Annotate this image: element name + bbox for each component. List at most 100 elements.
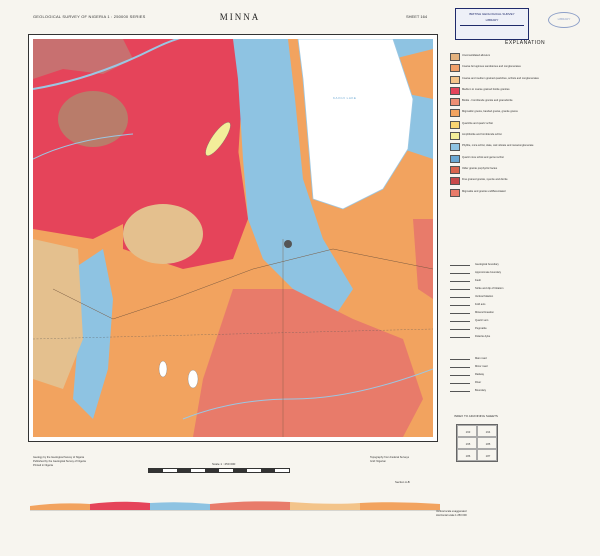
legend-row: Medium to coarse grained biotite granite… [450, 86, 560, 97]
symbols-row: Approximate boundary [450, 270, 560, 278]
unit-brown-oval [58, 91, 128, 147]
oval-stamp-text: LIBRARY [557, 17, 571, 21]
scale-segment [163, 469, 177, 472]
library-oval-stamp: LIBRARY [548, 12, 580, 28]
index-cell: 163 [457, 425, 477, 437]
section-segment-1 [30, 503, 90, 510]
legend-text: Migmatite and granite undifferentiated [462, 189, 506, 193]
scale-segment [191, 469, 205, 472]
section-segment-6 [360, 502, 440, 510]
symbols-line [450, 305, 470, 306]
scale-bar [148, 468, 290, 473]
legend-text: Quartzite and quartz schist [462, 121, 493, 125]
legend-text: Migmatitic gneiss, banded gneiss, granit… [462, 110, 518, 114]
symbols-text: Geological boundary [475, 263, 499, 266]
symbols-line [450, 273, 470, 274]
scale-segment [205, 469, 219, 472]
roads-text: Boundary [475, 389, 487, 392]
symbols-line [450, 281, 470, 282]
section-note: Vertical scale exaggerated Horizontal sc… [436, 510, 467, 518]
symbols-legend: Geological boundary Approximate boundary F… [450, 262, 560, 342]
scale-segment [219, 469, 233, 472]
symbols-row: Fold axis [450, 302, 560, 310]
footer-left-line-3: Printed in Nigeria [33, 464, 53, 467]
symbols-text: Vertical foliation [475, 295, 494, 298]
symbols-line [450, 321, 470, 322]
section-note-line-2: Horizontal scale 1:250 000 [436, 514, 467, 517]
index-cell: 185 [477, 437, 497, 449]
symbols-text: Approximate boundary [475, 271, 502, 274]
legend-text: Phyllite, mica schist, slate, calc silic… [462, 144, 534, 148]
town-minna-marker[interactable] [284, 240, 292, 248]
index-cell-label: 163 [465, 430, 471, 434]
legend-swatch [450, 188, 460, 197]
symbols-row: Dolerite dyke [450, 334, 560, 342]
symbols-text: Quartz vein [475, 319, 489, 322]
legend-swatch [450, 120, 460, 129]
symbols-text: Fold axis [475, 303, 486, 306]
scale-segment [177, 469, 191, 472]
unit-sand-oval [123, 204, 203, 264]
cross-section-canvas [30, 501, 440, 511]
symbols-text: Mineral lineation [475, 311, 494, 314]
cross-section [30, 482, 440, 522]
legend-text: Unconsolidated alluvium [462, 54, 491, 57]
stamp-line-2: LIBRARY [485, 18, 499, 22]
scale-segment [261, 469, 275, 472]
legend-row: Fine grained granite, syenite and diorit… [450, 176, 560, 187]
section-segment-5 [290, 502, 360, 510]
scale-segment [233, 469, 247, 472]
index-cell: 187 [477, 449, 497, 461]
legend-swatch [450, 98, 460, 107]
roads-row: Boundary [450, 388, 560, 396]
roads-line [450, 359, 470, 360]
legend-swatch [450, 143, 460, 152]
roads-text: Railway [475, 373, 485, 376]
legend-row: Biotite - hornblende granite and granodi… [450, 97, 560, 108]
legend-row: Unconsolidated alluvium [450, 52, 560, 63]
symbols-text: Fault [475, 279, 481, 282]
geological-map[interactable]: KAINJI LAKE [28, 34, 438, 442]
explanation-title: EXPLANATION [505, 40, 546, 46]
symbols-row: Pegmatite [450, 326, 560, 334]
legend-text: Amphibolite and hornblende schist [462, 133, 502, 137]
legend-swatch [450, 53, 460, 61]
legend: Unconsolidated alluvium Coarse ferruginou… [450, 52, 560, 199]
stamp-line-1: BRITISH GEOLOGICAL SURVEY [469, 12, 515, 16]
legend-row: Migmatite and granite undifferentiated [450, 188, 560, 199]
roads-row: Main road [450, 356, 560, 364]
legend-swatch [450, 154, 460, 163]
index-cell: 164 [477, 425, 497, 437]
footer-right: Topography from Federal Surveys Grid: Ni… [370, 456, 409, 464]
symbols-row: Quartz vein [450, 318, 560, 326]
library-stamp: BRITISH GEOLOGICAL SURVEY LIBRARY [455, 8, 529, 40]
legend-row: Migmatitic gneiss, banded gneiss, granit… [450, 108, 560, 119]
symbols-text: Strike and dip of foliation [475, 287, 504, 290]
legend-swatch [450, 86, 460, 95]
sheet-number: SHEET 164 [406, 14, 428, 19]
symbols-line [450, 289, 470, 290]
scale-segment [247, 469, 261, 472]
roads-row: Railway [450, 372, 560, 380]
index-to-sheets: 163 164 165 185 186 187 [456, 424, 498, 462]
section-segment-2 [90, 501, 150, 510]
map-inselberg-2 [187, 369, 199, 389]
index-cell: 165 [457, 437, 477, 449]
legend-text: Medium to coarse grained biotite granite… [462, 87, 510, 91]
legend-row: Coarse ferruginous sandstones and conglo… [450, 63, 560, 74]
scale-segment [149, 469, 163, 472]
index-cell-label: 185 [485, 442, 491, 446]
legend-text: Fine grained granite, syenite and diorit… [462, 178, 508, 182]
section-segment-3 [150, 502, 210, 510]
lake-label: KAINJI LAKE [333, 96, 356, 100]
legend-text: Coarse and medium grained quartzites, sc… [462, 76, 539, 80]
legend-text: Coarse ferruginous sandstones and conglo… [462, 65, 521, 69]
scale-title: Scale 1 : 250 000 [212, 462, 236, 466]
legend-swatch [450, 75, 460, 84]
index-cell-label: 164 [485, 430, 491, 434]
map-canvas[interactable]: KAINJI LAKE [33, 39, 433, 437]
symbols-row: Geological boundary [450, 262, 560, 270]
legend-swatch [450, 64, 460, 73]
symbols-text: Dolerite dyke [475, 335, 491, 338]
index-cell: 186 [457, 449, 477, 461]
